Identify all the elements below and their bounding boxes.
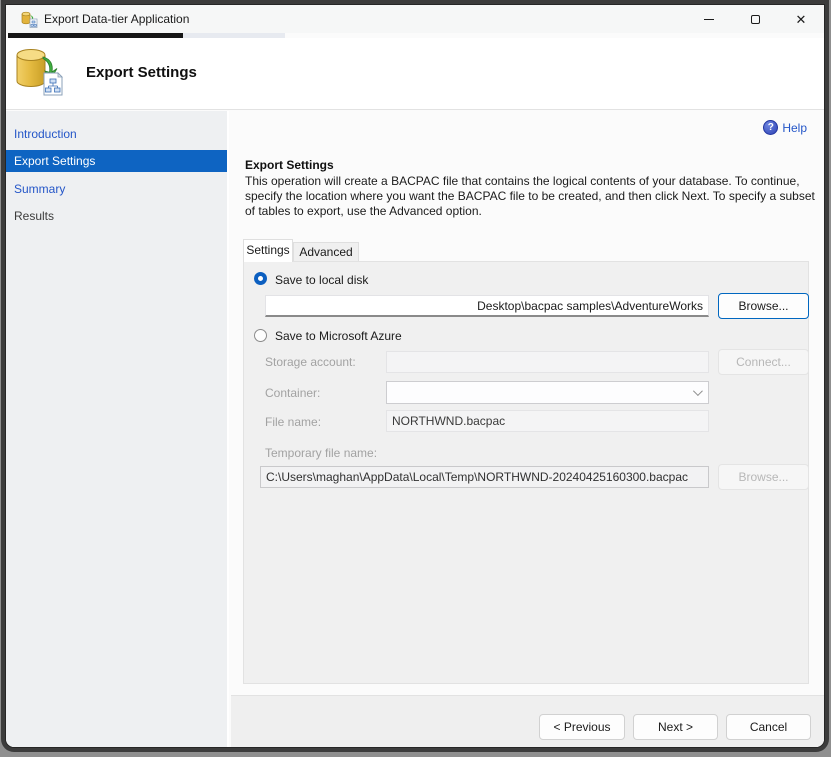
tab-advanced[interactable]: Advanced — [293, 242, 359, 262]
maximize-button[interactable] — [732, 5, 778, 33]
sidebar-item-results: Results — [6, 205, 227, 227]
storage-account-input — [386, 351, 709, 373]
radio-save-azure-label[interactable]: Save to Microsoft Azure — [275, 329, 402, 343]
wizard-steps-sidebar: Introduction Export Settings Summary Res… — [6, 111, 229, 747]
temp-file-input — [260, 466, 709, 488]
sidebar-item-summary[interactable]: Summary — [6, 178, 227, 200]
help-icon: ? — [763, 120, 778, 135]
connect-button: Connect... — [718, 349, 809, 375]
screenshot-stage: Export Data-tier Application ✕ — [0, 0, 831, 757]
radio-save-local-disk[interactable] — [254, 272, 267, 285]
chevron-down-icon — [693, 386, 703, 396]
section-description: This operation will create a BACPAC file… — [245, 174, 825, 219]
minimize-icon — [704, 19, 714, 20]
wizard-header: Export Settings — [6, 38, 824, 110]
container-select — [386, 381, 709, 404]
page-title: Export Settings — [86, 64, 197, 81]
browse-local-button[interactable]: Browse... — [718, 293, 809, 319]
help-link[interactable]: ? Help — [763, 120, 807, 135]
sidebar-item-export-settings[interactable]: Export Settings — [6, 150, 227, 172]
previous-button[interactable]: < Previous — [539, 714, 625, 740]
export-dtapp-window: Export Data-tier Application ✕ — [5, 4, 825, 748]
temp-file-label: Temporary file name: — [265, 446, 377, 460]
sidebar-item-introduction[interactable]: Introduction — [6, 123, 227, 145]
close-button[interactable]: ✕ — [778, 5, 824, 33]
file-name-label: File name: — [265, 415, 321, 429]
titlebar[interactable]: Export Data-tier Application ✕ — [6, 5, 824, 33]
minimize-button[interactable] — [686, 5, 732, 33]
maximize-icon — [751, 15, 760, 24]
close-icon: ✕ — [796, 13, 807, 26]
section-heading: Export Settings — [245, 158, 334, 172]
local-path-input[interactable] — [265, 295, 709, 317]
app-icon — [21, 11, 38, 28]
storage-account-label: Storage account: — [265, 355, 356, 369]
next-button[interactable]: Next > — [633, 714, 718, 740]
radio-save-local-disk-label[interactable]: Save to local disk — [275, 273, 368, 287]
window-title: Export Data-tier Application — [44, 12, 189, 26]
cancel-button[interactable]: Cancel — [726, 714, 811, 740]
browse-temp-button: Browse... — [718, 464, 809, 490]
window-controls: ✕ — [686, 5, 824, 33]
main-panel: ? Help Export Settings This operation wi… — [231, 111, 824, 747]
settings-tab-panel: Save to local disk Browse... Save to Mic… — [243, 261, 809, 684]
help-label: Help — [782, 121, 807, 135]
radio-save-azure[interactable] — [254, 329, 267, 342]
tab-settings[interactable]: Settings — [243, 239, 293, 262]
container-label: Container: — [265, 386, 320, 400]
export-database-icon — [14, 47, 66, 99]
file-name-input — [386, 410, 709, 432]
footer: < Previous Next > Cancel — [231, 696, 824, 747]
